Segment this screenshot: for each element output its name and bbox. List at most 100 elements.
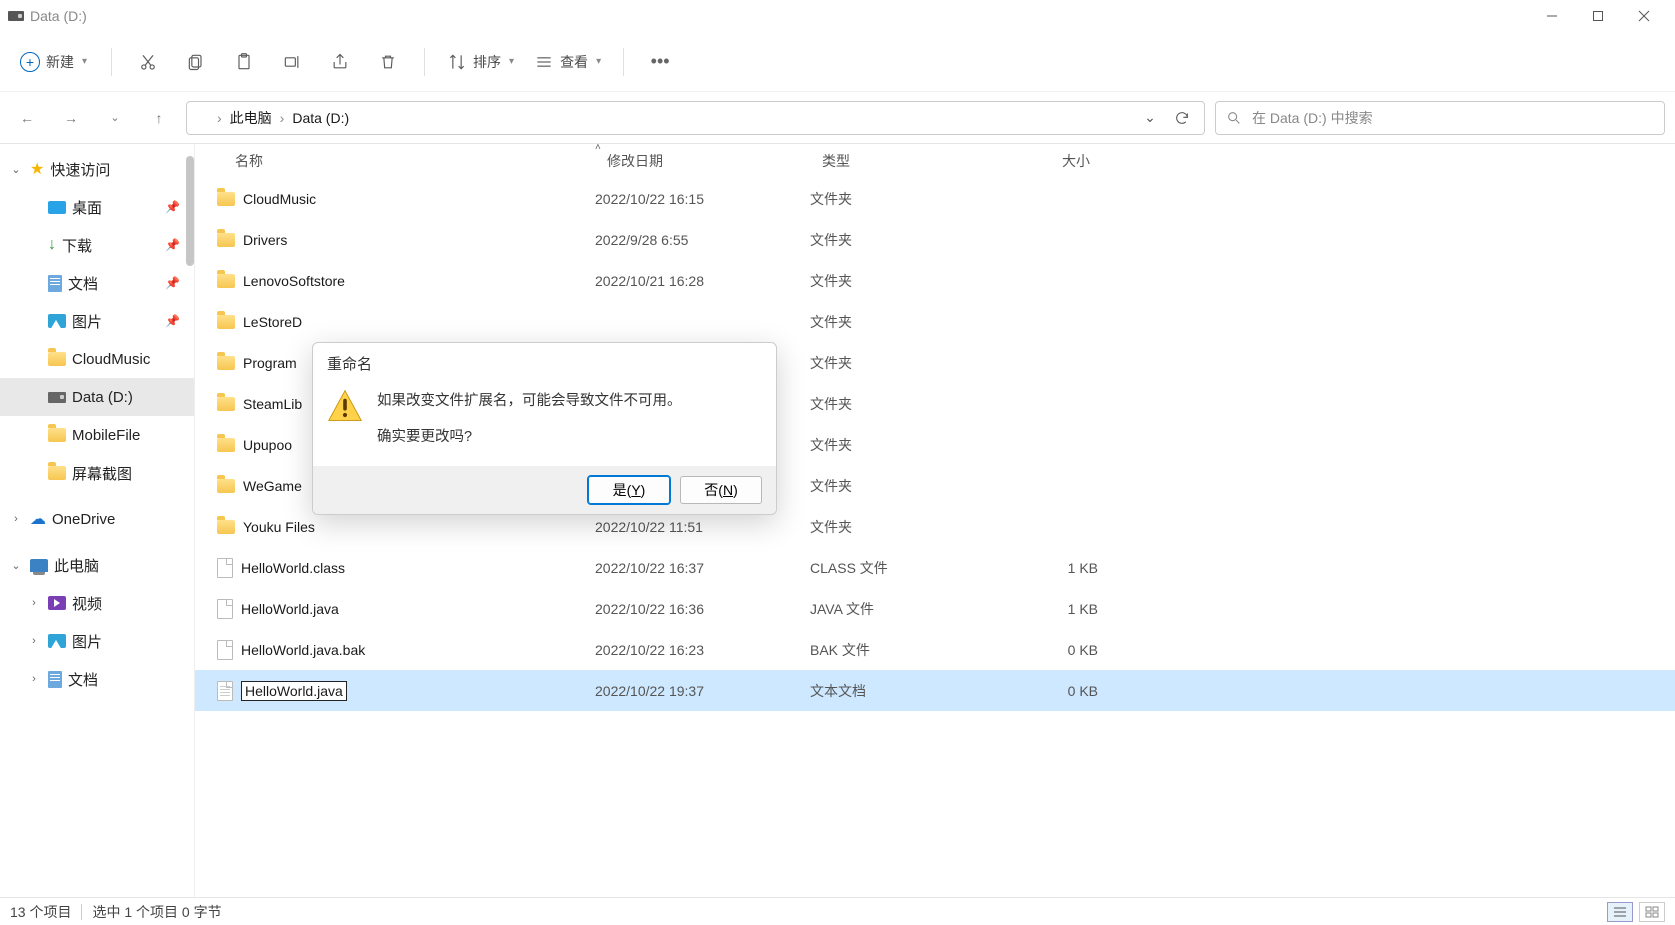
sidebar-pictures[interactable]: 图片📌: [0, 302, 194, 340]
more-button[interactable]: •••: [638, 40, 682, 84]
file-date: 2022/9/28 6:55: [595, 232, 810, 248]
search-box[interactable]: [1215, 101, 1665, 135]
new-button[interactable]: + 新建 ▾: [10, 46, 97, 78]
drive-icon: [195, 112, 213, 123]
sidebar-mobilefile[interactable]: MobileFile: [0, 416, 194, 454]
file-row[interactable]: HelloWorld.java 2022/10/22 16:36JAVA 文件1 …: [195, 588, 1675, 629]
column-headers: 名称 修改日期 类型 大小: [195, 144, 1675, 178]
breadcrumb-drive[interactable]: Data (D:): [288, 108, 353, 128]
download-icon: ↓: [48, 236, 56, 254]
sidebar-downloads[interactable]: ↓下载📌: [0, 226, 194, 264]
close-button[interactable]: [1621, 0, 1667, 32]
file-type: 文件夹: [810, 394, 988, 414]
file-type: 文件夹: [810, 353, 988, 373]
file-date: 2022/10/22 16:15: [595, 191, 810, 207]
address-dropdown[interactable]: ⌄: [1136, 104, 1164, 132]
sidebar-data-d[interactable]: Data (D:): [0, 378, 194, 416]
file-row[interactable]: LeStoreD 文件夹: [195, 301, 1675, 342]
folder-icon: [217, 274, 235, 288]
folder-icon: [217, 315, 235, 329]
forward-button[interactable]: →: [54, 101, 88, 135]
recent-button[interactable]: ⌄: [98, 101, 132, 135]
rename-button[interactable]: [270, 40, 314, 84]
file-row[interactable]: HelloWorld.java2022/10/22 19:37文本文档0 KB: [195, 670, 1675, 711]
file-name: HelloWorld.java: [241, 601, 339, 617]
paste-button[interactable]: [222, 40, 266, 84]
folder-icon: [217, 356, 235, 370]
file-size: 1 KB: [988, 601, 1098, 617]
dialog-no-button[interactable]: 否(N): [680, 476, 762, 504]
dialog-title: 重命名: [313, 343, 776, 382]
file-icon: [217, 640, 233, 660]
view-button[interactable]: 查看 ▾: [526, 46, 609, 78]
column-name[interactable]: 名称: [195, 144, 595, 178]
file-name: SteamLib: [243, 396, 302, 412]
file-type: 文件夹: [810, 517, 988, 537]
file-name: Program: [243, 355, 297, 371]
status-count: 13 个项目: [10, 902, 71, 922]
file-type: JAVA 文件: [810, 599, 988, 619]
file-name: LeStoreD: [243, 314, 302, 330]
pc-icon: [30, 559, 48, 572]
delete-button[interactable]: [366, 40, 410, 84]
folder-icon: [217, 233, 235, 247]
sidebar-videos[interactable]: ›视频: [0, 584, 194, 622]
plus-icon: +: [20, 52, 40, 72]
sidebar-documents[interactable]: 文档📌: [0, 264, 194, 302]
maximize-button[interactable]: [1575, 0, 1621, 32]
column-type[interactable]: 类型: [810, 144, 988, 178]
column-size[interactable]: 大小: [988, 144, 1102, 178]
scrollbar-thumb[interactable]: [186, 156, 194, 266]
file-name: HelloWorld.java: [241, 681, 347, 701]
file-icon: [217, 558, 233, 578]
cut-button[interactable]: [126, 40, 170, 84]
sort-indicator-icon: ˄: [595, 144, 601, 153]
pin-icon: 📌: [165, 200, 180, 214]
drive-icon: [48, 392, 66, 403]
sidebar-this-pc[interactable]: ⌄此电脑: [0, 546, 194, 584]
copy-button[interactable]: [174, 40, 218, 84]
file-row[interactable]: LenovoSoftstore2022/10/21 16:28文件夹: [195, 260, 1675, 301]
file-row[interactable]: Drivers 2022/9/28 6:55文件夹: [195, 219, 1675, 260]
refresh-button[interactable]: [1168, 104, 1196, 132]
address-bar[interactable]: › 此电脑 › Data (D:) ⌄: [186, 101, 1205, 135]
share-button[interactable]: [318, 40, 362, 84]
folder-icon: [48, 352, 66, 366]
sidebar-quick-access[interactable]: ⌄★快速访问: [0, 150, 194, 188]
file-name: CloudMusic: [243, 191, 316, 207]
view-details-button[interactable]: [1607, 902, 1633, 922]
file-date: 2022/10/22 16:36: [595, 601, 810, 617]
search-input[interactable]: [1252, 110, 1654, 126]
column-date[interactable]: 修改日期: [595, 144, 810, 178]
up-button[interactable]: ↑: [142, 101, 176, 135]
file-name: Drivers: [243, 232, 287, 248]
breadcrumb-pc[interactable]: 此电脑: [226, 106, 276, 130]
file-row[interactable]: CloudMusic2022/10/22 16:15文件夹: [195, 178, 1675, 219]
file-row[interactable]: HelloWorld.class2022/10/22 16:37CLASS 文件…: [195, 547, 1675, 588]
sidebar-cloudmusic[interactable]: CloudMusic: [0, 340, 194, 378]
file-date: 2022/10/22 19:37: [595, 683, 810, 699]
file-type: 文件夹: [810, 435, 988, 455]
folder-icon: [48, 428, 66, 442]
sidebar-screenshots[interactable]: 屏幕截图: [0, 454, 194, 492]
file-type: 文件夹: [810, 312, 988, 332]
file-type: CLASS 文件: [810, 558, 988, 578]
file-size: 0 KB: [988, 683, 1098, 699]
drive-icon: [8, 11, 24, 21]
view-tiles-button[interactable]: [1639, 902, 1665, 922]
sidebar-desktop[interactable]: 桌面📌: [0, 188, 194, 226]
dialog-yes-button[interactable]: 是(Y): [588, 476, 670, 504]
sidebar-documents2[interactable]: ›文档: [0, 660, 194, 698]
minimize-button[interactable]: [1529, 0, 1575, 32]
file-date: 2022/10/21 16:28: [595, 273, 810, 289]
cloud-icon: ☁: [30, 509, 46, 529]
file-type: 文件夹: [810, 230, 988, 250]
file-row[interactable]: HelloWorld.java.bak2022/10/22 16:23BAK 文…: [195, 629, 1675, 670]
sidebar-onedrive[interactable]: ›☁OneDrive: [0, 500, 194, 538]
sort-button[interactable]: 排序 ▾: [439, 46, 522, 78]
search-icon: [1226, 110, 1242, 126]
back-button[interactable]: ←: [10, 101, 44, 135]
chevron-right-icon: ›: [280, 110, 285, 126]
folder-icon: [217, 479, 235, 493]
sidebar-pictures2[interactable]: ›图片: [0, 622, 194, 660]
